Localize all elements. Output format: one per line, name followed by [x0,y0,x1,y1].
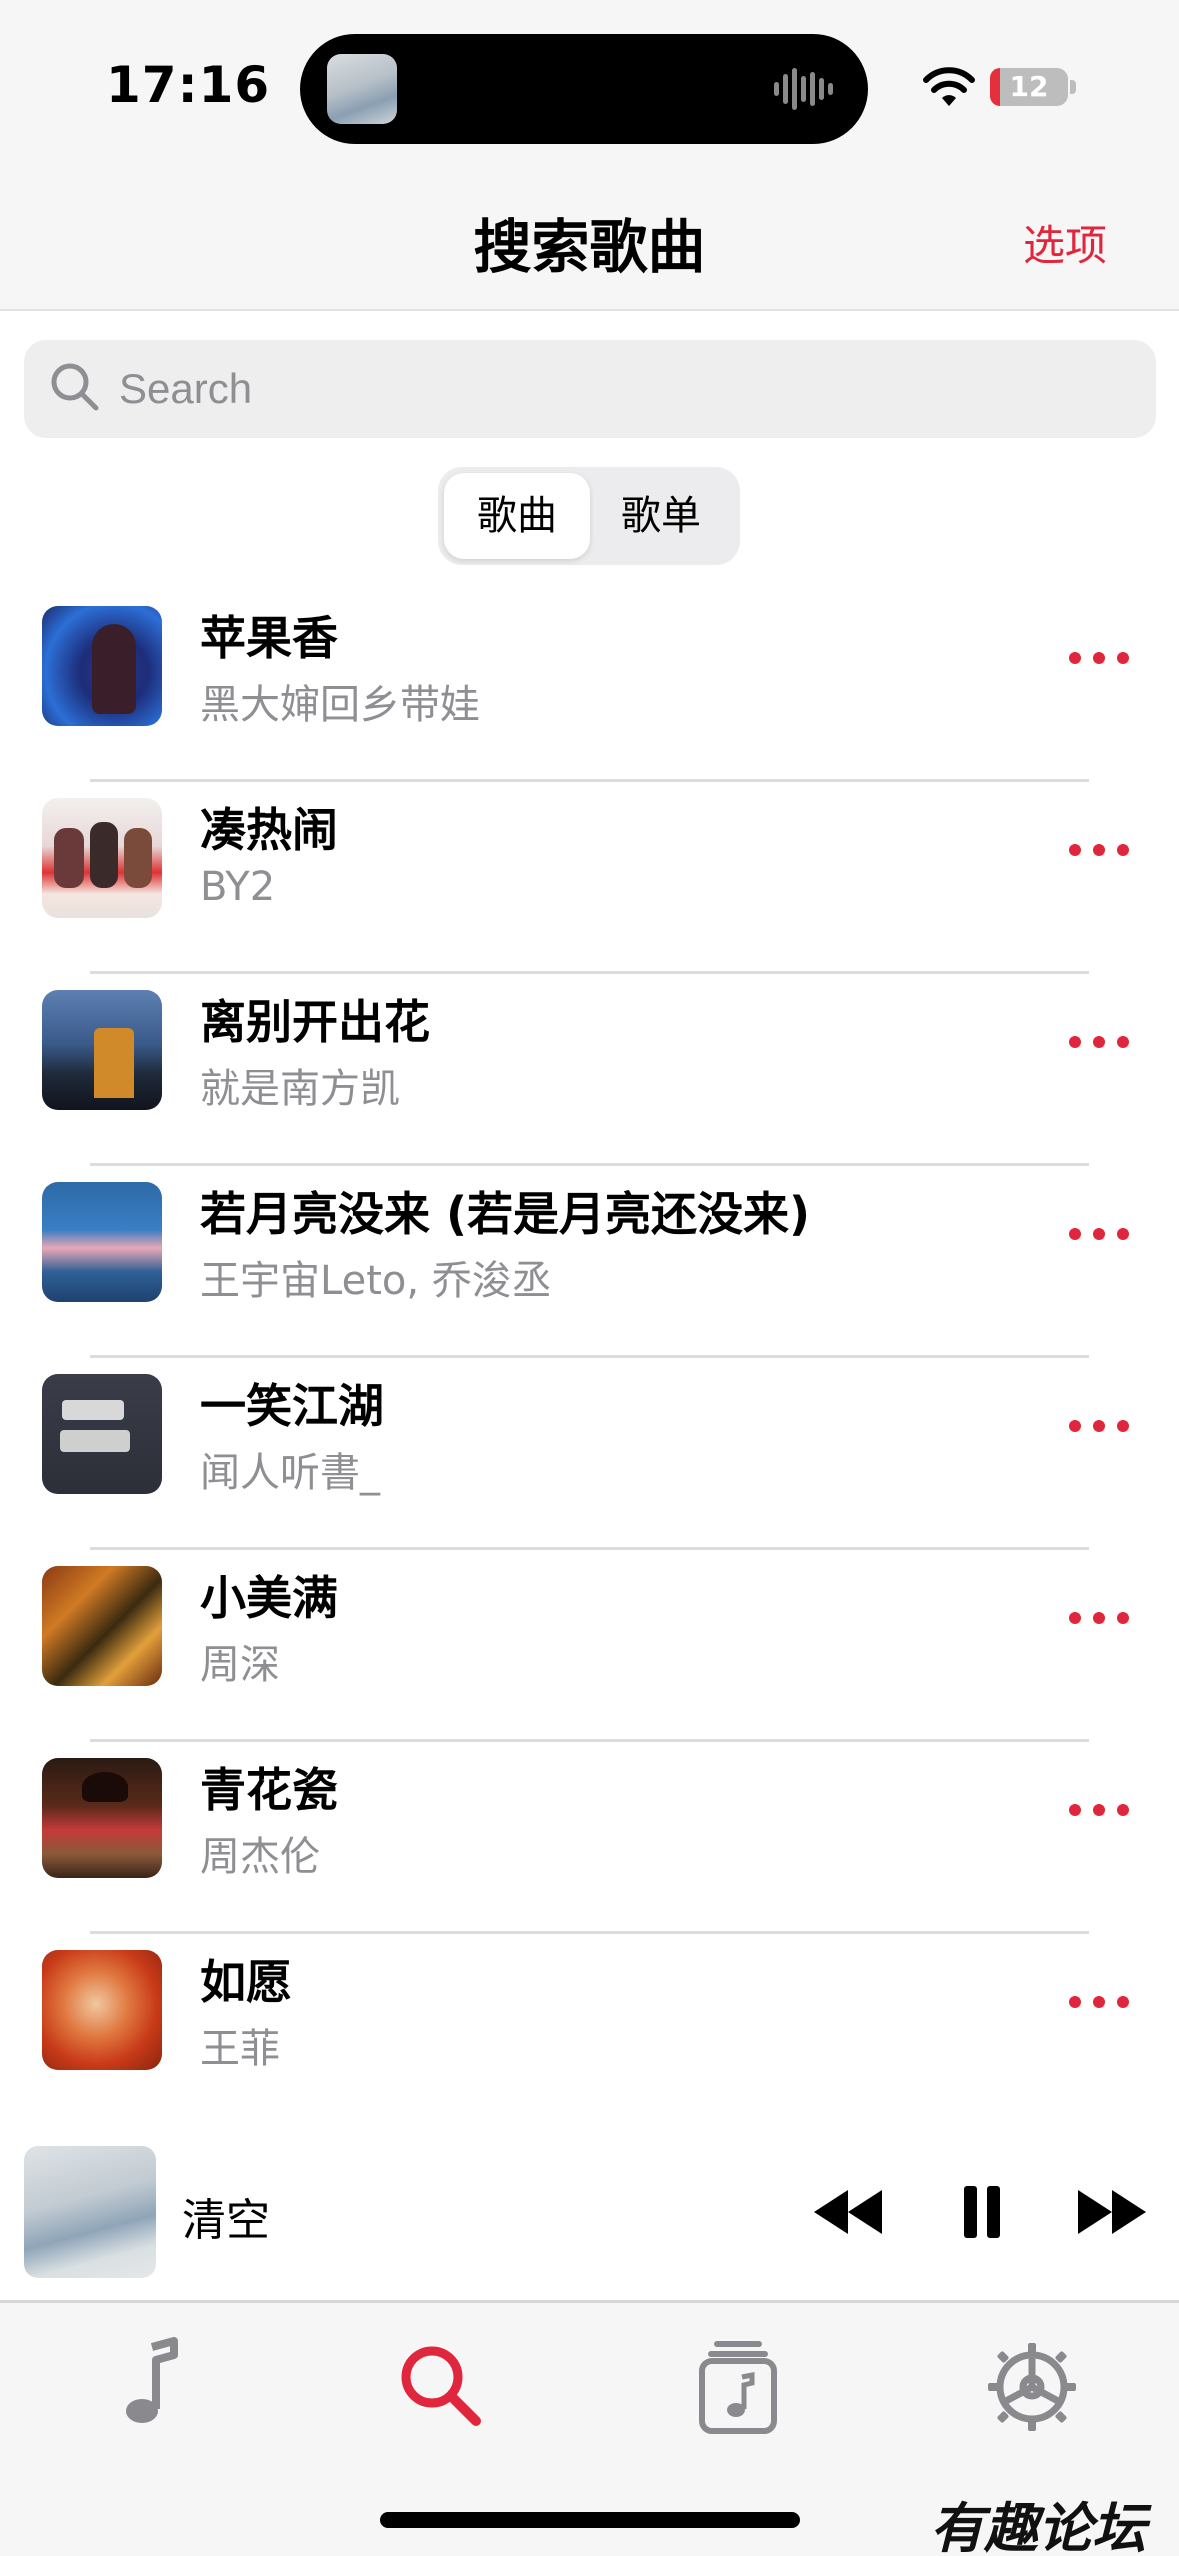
battery-tip [1070,80,1076,94]
song-row[interactable]: 若月亮没来 (若是月亮还没来) 王宇宙Leto, 乔浚丞 [0,1166,1179,1358]
song-title: 小美满 [200,1571,338,1625]
song-row[interactable]: 小美满 周深 [0,1550,1179,1742]
song-row[interactable]: 如愿 王菲 [0,1934,1179,2126]
watermark-text: 有趣论坛 [930,2496,1146,2556]
song-title: 一笑江湖 [200,1379,384,1433]
more-icon[interactable] [1067,640,1131,676]
search-icon [51,363,99,411]
album-art [42,990,162,1110]
dynamic-island[interactable] [300,34,868,144]
song-artist: BY2 [200,864,276,910]
album-art [42,1566,162,1686]
song-title: 若月亮没来 (若是月亮还没来) [200,1187,811,1241]
song-artist: 就是南方凯 [200,1066,400,1112]
song-artist: 王菲 [200,2026,280,2072]
search-icon[interactable] [392,2337,492,2437]
more-icon[interactable] [1067,1792,1131,1828]
status-time: 17:16 [106,56,271,114]
fast-forward-icon[interactable] [1074,2180,1150,2244]
top-bar: 17:16 12 搜索歌曲 选项 [0,0,1179,310]
home-indicator[interactable] [380,2512,800,2528]
segmented-control: 歌曲 歌单 [438,467,740,565]
song-row[interactable]: 苹果香 黑大婶回乡带娃 [0,590,1179,782]
song-title: 青花瓷 [200,1763,338,1817]
battery-indicator: 12 [990,68,1068,106]
more-icon[interactable] [1067,1984,1131,2020]
song-title: 凑热闹 [200,803,338,857]
mini-player[interactable]: 清空 [0,2110,1179,2300]
segment-songs[interactable]: 歌曲 [444,473,590,559]
pause-icon[interactable] [944,2180,1020,2244]
song-row[interactable]: 一笑江湖 闻人听書_ [0,1358,1179,1550]
wifi-icon [923,67,975,106]
more-icon[interactable] [1067,1024,1131,1060]
options-button[interactable]: 选项 [1023,212,1107,273]
now-playing-art [24,2146,156,2278]
segment-playlists[interactable]: 歌单 [588,473,734,559]
album-art [42,1374,162,1494]
rewind-icon[interactable] [810,2180,886,2244]
song-row[interactable]: 青花瓷 周杰伦 [0,1742,1179,1934]
more-icon[interactable] [1067,1408,1131,1444]
waveform-icon [774,68,833,110]
song-title: 如愿 [200,1955,292,2009]
song-artist: 周杰伦 [200,1834,320,1880]
island-album-art [327,54,397,124]
settings-icon[interactable] [982,2337,1082,2437]
song-row[interactable]: 凑热闹 BY2 [0,782,1179,974]
music-note-icon[interactable] [98,2337,198,2437]
search-input[interactable] [119,340,1119,438]
song-artist: 王宇宙Leto, 乔浚丞 [200,1258,552,1304]
more-icon[interactable] [1067,1600,1131,1636]
album-art [42,798,162,918]
search-bar[interactable] [24,340,1156,438]
battery-percent: 12 [1009,70,1049,103]
header-divider [0,309,1179,311]
album-art [42,1758,162,1878]
playlist-icon[interactable] [688,2337,788,2437]
song-title: 离别开出花 [200,995,430,1049]
more-icon[interactable] [1067,1216,1131,1252]
song-artist: 周深 [200,1642,280,1688]
album-art [42,606,162,726]
page-title: 搜索歌曲 [473,213,706,281]
song-title: 苹果香 [200,611,338,665]
song-row[interactable]: 离别开出花 就是南方凯 [0,974,1179,1166]
album-art [42,1182,162,1302]
song-artist: 黑大婶回乡带娃 [200,682,480,728]
more-icon[interactable] [1067,832,1131,868]
song-artist: 闻人听書_ [200,1450,380,1496]
album-art [42,1950,162,2070]
now-playing-title: 清空 [182,2195,270,2246]
